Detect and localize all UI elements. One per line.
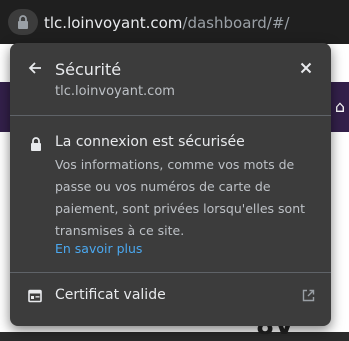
close-icon xyxy=(300,62,312,74)
certificate-icon xyxy=(28,289,42,303)
back-button[interactable] xyxy=(24,57,46,79)
learn-more-link[interactable]: En savoir plus xyxy=(55,241,142,256)
popup-header: Sécurité tlc.loinvoyant.com xyxy=(10,43,331,115)
lock-icon xyxy=(31,137,41,151)
connection-description: Vos informations, comme vos mots de pass… xyxy=(55,157,306,238)
back-arrow-icon xyxy=(28,62,41,74)
close-button[interactable] xyxy=(295,57,317,79)
site-info-button[interactable] xyxy=(8,9,38,35)
url-text[interactable]: tlc.loinvoyant.com/dashboard/#/ xyxy=(44,14,290,32)
address-bar: tlc.loinvoyant.com/dashboard/#/ xyxy=(0,0,349,44)
lock-icon xyxy=(18,15,28,29)
popup-subtitle: tlc.loinvoyant.com xyxy=(55,84,175,99)
popup-title: Sécurité xyxy=(55,60,122,79)
connection-status-title: La connexion est sécurisée xyxy=(55,134,245,150)
url-path: /dashboard/#/ xyxy=(182,14,290,32)
divider xyxy=(10,115,331,116)
certificate-label: Certificat valide xyxy=(55,287,166,303)
url-host: tlc.loinvoyant.com xyxy=(44,14,183,32)
divider xyxy=(10,272,331,273)
security-popup: Sécurité tlc.loinvoyant.com La connexion… xyxy=(10,43,331,326)
external-link-icon xyxy=(302,289,315,302)
home-icon[interactable]: ⌂ xyxy=(331,98,349,116)
certificate-button[interactable]: Certificat valide xyxy=(10,279,331,315)
